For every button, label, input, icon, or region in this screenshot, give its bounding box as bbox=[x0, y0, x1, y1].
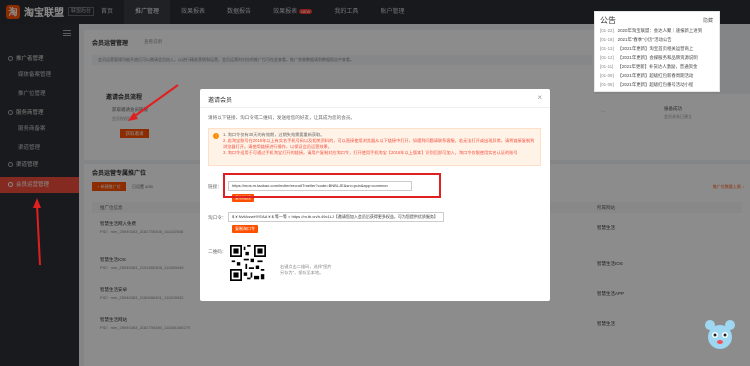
announcement-item[interactable]: [01-18] 2021年"春季"小历"活动公告 bbox=[600, 37, 672, 43]
announcement-date: [01-22] bbox=[600, 28, 614, 33]
copy-tpwd-button[interactable]: 复制淘口令 bbox=[232, 225, 258, 233]
announcement-text: 【2021年更新】超级红包新春周期活动 bbox=[617, 73, 694, 78]
qr-code-image[interactable] bbox=[230, 245, 266, 281]
notice-line-2: 2. 若淘宝账号在2016年以上有实名手机号码以及相关资料的，可以直接使用浏览器… bbox=[223, 138, 535, 149]
announcement-date: [01-11] bbox=[600, 64, 614, 69]
tpwd-field[interactable]: $ ¥ NvMvzwHYEAA ¥ $ 等一等 > https //m.tb.c… bbox=[228, 212, 444, 222]
announcement-text: 【2021年更新】补货达人激励，普通资金 bbox=[617, 64, 698, 69]
qr-label: 二维码： bbox=[208, 249, 227, 254]
modal-description: 请将以下链接、淘口令或二维码，发送给您的好友，让其成为您的会员。 bbox=[208, 115, 356, 120]
announcement-text: 2020年淘宝联盟：会达人聚｜速报新上进到 bbox=[617, 28, 703, 33]
announcement-text: 2021年"春季"小历"活动公告 bbox=[617, 37, 672, 42]
notice-line-3: 3. 淘口令适用于可通过手机淘宝打开的链接。请用户复制对应淘口令，打开使用手机淘… bbox=[223, 150, 518, 155]
announcement-item[interactable]: [01-13] 【2021年更新】淘宝首页相关运营商上 bbox=[600, 46, 693, 52]
announcement-date: [01-12] bbox=[600, 55, 614, 60]
mascot-icon[interactable] bbox=[704, 318, 736, 352]
announcement-hide-link[interactable]: 隐藏 bbox=[703, 17, 713, 24]
announcement-date: [01-18] bbox=[600, 37, 614, 42]
link-highlight-box bbox=[223, 173, 441, 198]
announcement-item[interactable]: [01-12] 【2021年更新】会媒服务和品牌资源说明 bbox=[600, 55, 698, 61]
announcement-title: 公告 bbox=[600, 16, 616, 25]
announcement-text: 【2021年更新】会媒服务和品牌资源说明 bbox=[617, 55, 698, 60]
announcement-date: [01-08] bbox=[600, 82, 614, 87]
modal-title: 邀请会员 bbox=[208, 98, 233, 104]
announcement-date: [01-13] bbox=[600, 46, 614, 51]
tpwd-label: 淘口令： bbox=[208, 215, 227, 220]
announcement-date: [01-09] bbox=[600, 73, 614, 78]
divider bbox=[200, 107, 550, 108]
info-icon: ! bbox=[213, 133, 219, 139]
announcement-text: 【2021年更新】超级红包番号活动小程 bbox=[617, 82, 694, 87]
announcement-panel: 公告 隐藏 [01-22] 2020年淘宝联盟：会达人聚｜速报新上进到 [01-1… bbox=[594, 11, 720, 92]
announcement-item[interactable]: [01-08] 【2021年更新】超级红包番号活动小程 bbox=[600, 82, 693, 88]
announcement-item[interactable]: [01-11] 【2021年更新】补货达人激励，普通资金 bbox=[600, 64, 697, 70]
link-label: 链接： bbox=[208, 184, 222, 189]
announcement-item[interactable]: [01-09] 【2021年更新】超级红包新春周期活动 bbox=[600, 73, 693, 79]
announcement-item[interactable]: [01-22] 2020年淘宝联盟：会达人聚｜速报新上进到 bbox=[600, 28, 702, 34]
qr-hint-2: 另存为"，保存至本地。 bbox=[280, 270, 324, 275]
close-icon[interactable]: × bbox=[537, 93, 542, 102]
notice-box: ! 1. 淘口令仅有30天的有效期，过期失效需要重新获取。 2. 若淘宝账号在2… bbox=[208, 128, 541, 166]
announcement-text: 【2021年更新】淘宝首页相关运营商上 bbox=[617, 46, 694, 51]
